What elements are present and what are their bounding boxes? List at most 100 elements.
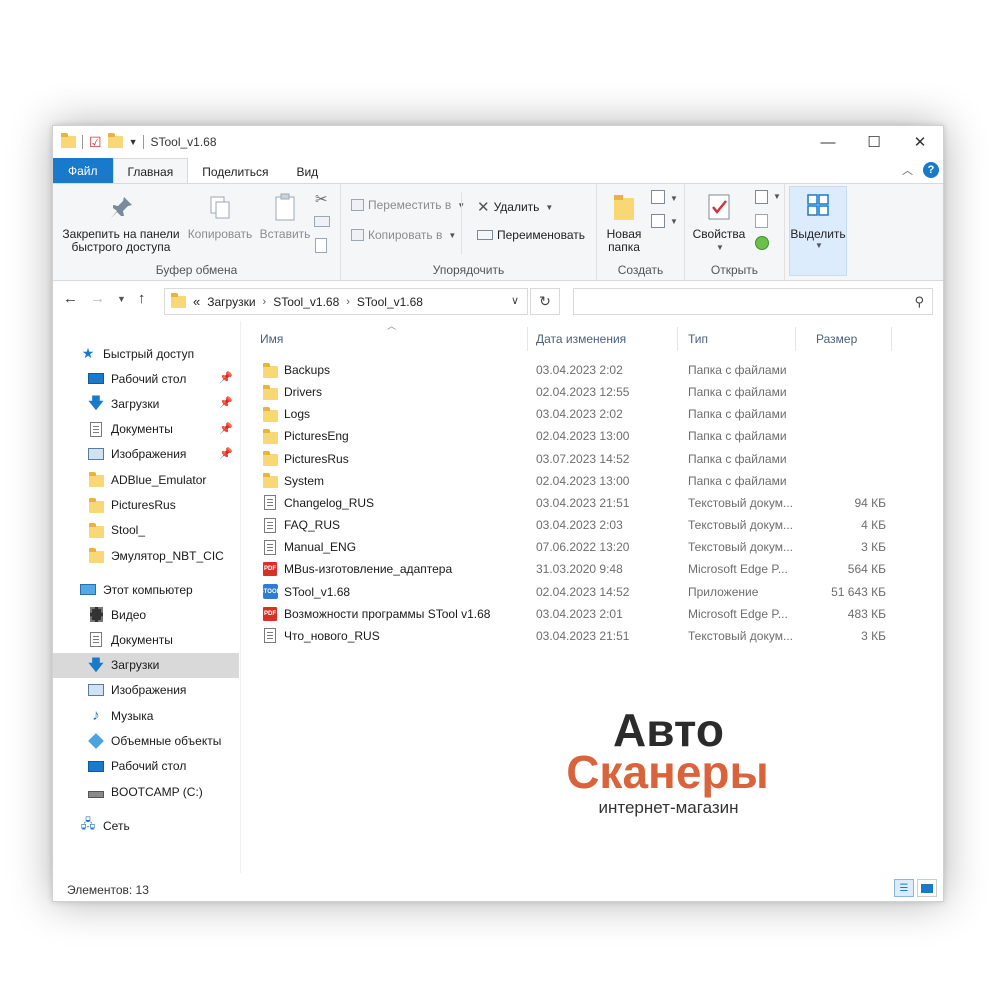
maximize-button[interactable]: ☐ [851, 126, 897, 158]
large-icons-view-button[interactable] [917, 879, 937, 897]
pin-quick-access-button[interactable]: Закрепить на панели быстрого доступа [59, 194, 183, 254]
select-button[interactable]: Выделить ▼ [789, 186, 847, 276]
cut-icon[interactable]: ✂ [315, 190, 328, 208]
path-overflow-icon[interactable]: « [193, 294, 200, 309]
breadcrumb-downloads[interactable]: Загрузки [207, 295, 255, 309]
column-header-size[interactable]: Размер [808, 327, 892, 351]
qat-separator [82, 135, 83, 149]
table-row[interactable]: PDF Возможности программы STool v1.68 03.0… [242, 603, 942, 625]
nav-quick-item[interactable]: Документы 📌 [53, 417, 239, 442]
nav-this-pc[interactable]: Этот компьютер [53, 577, 239, 602]
qat-separator [143, 135, 145, 149]
documents-icon [87, 632, 105, 648]
address-dropdown-icon[interactable]: ∨ [511, 294, 519, 307]
table-row[interactable]: System 02.04.2023 13:00 Папка с файлами [242, 470, 942, 492]
nav-quick-access[interactable]: ★ Быстрый доступ [53, 341, 239, 366]
edit-icon[interactable] [755, 214, 768, 228]
nav-item-label: Stool_ [111, 523, 146, 538]
table-row[interactable]: PDF MBus-изготовление_адаптера 31.03.2020 … [242, 558, 942, 580]
copy-label: Копировать [187, 227, 253, 241]
nav-pc-item[interactable]: Рабочий стол [53, 754, 239, 779]
properties-check-icon[interactable]: ☑ [89, 134, 102, 151]
breadcrumb-stool-1[interactable]: STool_v1.68 [273, 295, 339, 309]
file-name: Возможности программы STool v1.68 [284, 606, 491, 621]
details-view-button[interactable]: ☰ [894, 879, 914, 897]
file-date: 02.04.2023 14:52 [536, 584, 630, 599]
nav-pc-item[interactable]: Объемные объекты [53, 729, 239, 754]
help-icon[interactable]: ? [923, 162, 939, 178]
nav-item-label: Изображения [111, 447, 187, 462]
forward-arrow-icon[interactable]: → [90, 290, 105, 307]
chevron-right-icon[interactable]: › [346, 296, 350, 308]
table-row[interactable]: Backups 03.04.2023 2:02 Папка с файлами [242, 359, 942, 381]
chevron-down-icon[interactable]: ▼ [670, 194, 678, 203]
history-icon[interactable] [755, 236, 769, 250]
rename-button[interactable]: Переименовать [477, 228, 585, 242]
tab-home[interactable]: Главная [112, 158, 189, 184]
copy-button[interactable]: Копировать [185, 194, 255, 241]
copy-path-icon[interactable] [314, 216, 330, 227]
column-header-type[interactable]: Тип [680, 327, 796, 351]
recent-locations-icon[interactable]: ▼ [117, 294, 126, 304]
nav-quick-item[interactable]: ADBlue_Emulator [53, 467, 239, 492]
qat-customize-icon[interactable]: ▼ [129, 137, 138, 147]
table-row[interactable]: Drivers 02.04.2023 12:55 Папка с файлами [242, 381, 942, 403]
nav-quick-item[interactable]: PicturesRus [53, 493, 239, 518]
table-row[interactable]: Logs 03.04.2023 2:02 Папка с файлами [242, 403, 942, 425]
nav-pc-item[interactable]: Видео [53, 602, 239, 627]
table-row[interactable]: FAQ_RUS 03.04.2023 2:03 Текстовый докум...… [242, 514, 942, 536]
paste-button[interactable]: Вставить [257, 192, 313, 241]
nav-pc-item[interactable]: Изображения [53, 678, 239, 703]
pin-icon[interactable]: 📌 [219, 447, 233, 460]
new-folder-button[interactable]: Новая папка [603, 192, 645, 254]
file-size: 94 КБ [854, 495, 886, 510]
table-row[interactable]: PicturesRus 03.07.2023 14:52 Папка с файла… [242, 448, 942, 470]
table-row[interactable]: Manual_ENG 07.06.2022 13:20 Текстовый доку… [242, 536, 942, 558]
pin-icon[interactable]: 📌 [219, 371, 233, 384]
table-row[interactable]: PicturesEng 02.04.2023 13:00 Папка с файла… [242, 425, 942, 447]
address-bar[interactable]: « Загрузки › STool_v1.68 › STool_v1.68 ∨ [164, 288, 528, 315]
file-icon-wrap [262, 451, 278, 467]
chevron-down-icon[interactable]: ▼ [773, 192, 781, 201]
properties-button[interactable]: Свойства ▼ [689, 192, 749, 254]
column-header-name[interactable]: Имя [252, 327, 528, 351]
new-item-icon[interactable] [651, 190, 665, 204]
nav-pc-item[interactable]: 🡇 Загрузки [53, 652, 239, 678]
nav-network[interactable]: 🖧 Сеть [53, 813, 239, 838]
pin-icon[interactable]: 📌 [219, 396, 233, 409]
chevron-right-icon[interactable]: › [263, 296, 267, 308]
chevron-down-icon[interactable]: ▼ [670, 217, 678, 226]
nav-pc-item[interactable]: ♪ Музыка [53, 703, 239, 728]
file-date: 07.06.2022 13:20 [536, 540, 630, 555]
nav-quick-item[interactable]: Эмулятор_NBT_CIC [53, 543, 239, 568]
paste-shortcut-icon[interactable] [315, 238, 327, 253]
tab-file[interactable]: Файл [53, 158, 113, 184]
nav-pc-item[interactable]: Документы [53, 627, 239, 652]
tab-view[interactable]: Вид [282, 160, 332, 184]
pin-icon[interactable]: 📌 [219, 422, 233, 435]
table-row[interactable]: Changelog_RUS 03.04.2023 21:51 Текстовый д… [242, 492, 942, 514]
back-arrow-icon[interactable]: ← [63, 290, 78, 307]
tab-share[interactable]: Поделиться [188, 160, 282, 184]
copy-to-button[interactable]: Копировать в ▼ [351, 228, 456, 242]
new-folder-qat-icon[interactable] [107, 133, 123, 151]
table-row[interactable]: STOOL STool_v1.68 02.04.2023 14:52 Приложен… [242, 581, 942, 603]
open-icon[interactable] [755, 190, 768, 204]
table-row[interactable]: Что_нового_RUS 03.04.2023 21:51 Текстовый … [242, 625, 942, 647]
nav-quick-item[interactable]: Изображения 📌 [53, 442, 239, 467]
close-button[interactable]: ✕ [897, 126, 943, 158]
nav-quick-item[interactable]: Stool_ [53, 518, 239, 543]
up-arrow-icon[interactable]: ↑ [138, 290, 146, 307]
column-header-date[interactable]: Дата изменения [528, 327, 678, 351]
move-to-button[interactable]: Переместить в ▼ [351, 198, 465, 212]
refresh-button[interactable]: ↻ [530, 288, 560, 315]
breadcrumb-stool-2[interactable]: STool_v1.68 [357, 295, 423, 309]
nav-quick-item[interactable]: 🡇 Загрузки 📌 [53, 391, 239, 416]
nav-quick-item[interactable]: Рабочий стол 📌 [53, 366, 239, 391]
nav-pc-item[interactable]: BOOTCAMP (C:) [53, 779, 239, 804]
search-input[interactable]: ⚲ [573, 288, 933, 315]
minimize-button[interactable]: — [805, 126, 851, 158]
delete-button[interactable]: ✕ Удалить ▼ [477, 198, 553, 216]
collapse-ribbon-icon[interactable]: ︿ [902, 162, 913, 178]
easy-access-icon[interactable] [651, 214, 665, 228]
